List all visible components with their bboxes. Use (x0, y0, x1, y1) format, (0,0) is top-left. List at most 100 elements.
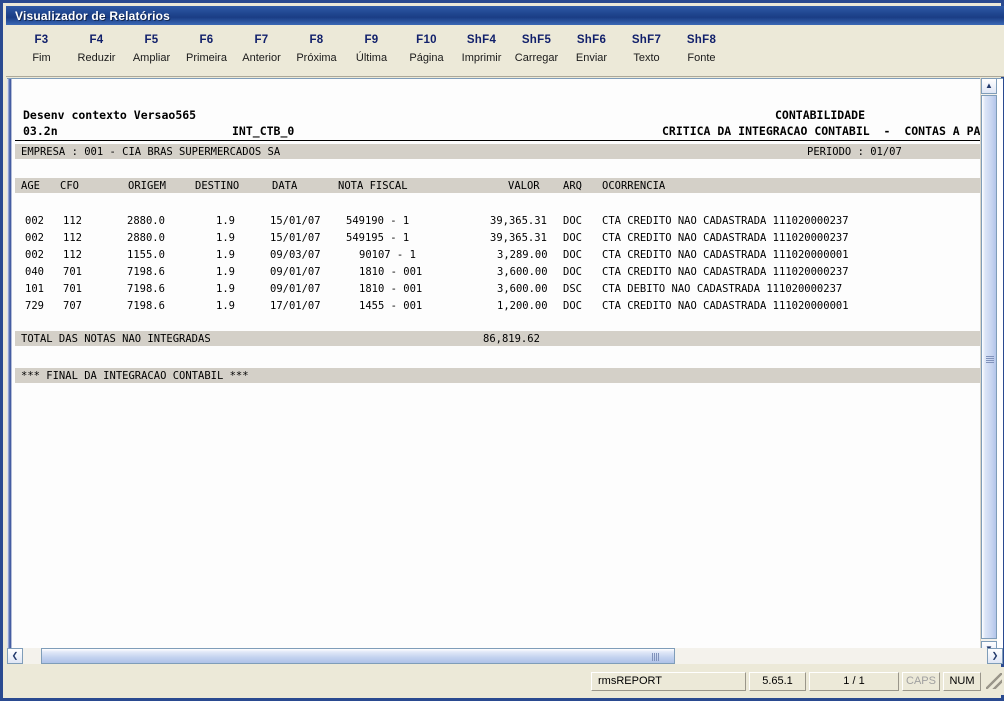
toolbar-label-ampliar: Ampliar (132, 52, 171, 64)
cell-destino: 1.9 (216, 283, 235, 295)
cell-cfo: 112 (63, 249, 82, 261)
col-header-destino: DESTINO (195, 180, 240, 192)
cell-cfo: 701 (63, 266, 82, 278)
scroll-up-button[interactable]: ▲ (981, 78, 997, 94)
report-title-sub: CRITICA DA INTEGRACAO CONTABIL - CONTAS … (662, 124, 985, 138)
cell-age: 002 (25, 232, 44, 244)
toolbar-button-shf8[interactable]: ShF8 Fonte (674, 28, 729, 74)
scroll-left-button[interactable]: ❮ (7, 648, 23, 664)
scroll-thumb-grip-icon (986, 356, 994, 364)
cell-age: 002 (25, 215, 44, 227)
toolbar-label-ultima: Última (355, 52, 388, 64)
cell-valor: 3,600.00 (497, 283, 548, 295)
scroll-right-button[interactable]: ❯ (987, 648, 1003, 664)
toolbar-button-shf6[interactable]: ShF6 Enviar (564, 28, 619, 74)
cell-nota-fiscal: 90107 - 1 (359, 249, 416, 261)
resize-grip-icon[interactable] (986, 673, 1002, 689)
vertical-scrollbar[interactable]: ▲ ▼ (980, 78, 997, 657)
toolbar-key-f5: F5 (144, 34, 159, 46)
cell-nota-fiscal: 549195 - 1 (346, 232, 410, 244)
toolbar-button-f6[interactable]: F6 Primeira (179, 28, 234, 74)
cell-data: 09/03/07 (270, 249, 321, 261)
status-page-indicator: 1 / 1 (809, 671, 899, 691)
cell-ocorrencia: CTA DEBITO NAO CADASTRADA 111020000237 (602, 283, 843, 295)
horizontal-scroll-thumb[interactable] (41, 648, 675, 664)
cell-data: 09/01/07 (270, 266, 321, 278)
status-num-indicator: NUM (943, 671, 981, 691)
horizontal-scrollbar[interactable]: ❮ ❯ (7, 648, 1003, 664)
toolbar-label-imprimir: Imprimir (461, 52, 502, 64)
function-key-toolbar: F3 Fim F4 Reduzir F5 Ampliar F6 Primeira… (6, 25, 1004, 77)
title-bar: Visualizador de Relatórios (6, 6, 1004, 25)
vertical-scroll-thumb[interactable] (981, 95, 997, 639)
toolbar-button-f7[interactable]: F7 Anterior (234, 28, 289, 74)
toolbar-button-f3[interactable]: F3 Fim (14, 28, 69, 74)
cell-valor: 3,289.00 (497, 249, 548, 261)
toolbar-button-f4[interactable]: F4 Reduzir (69, 28, 124, 74)
chevron-up-icon: ▲ (985, 81, 993, 90)
report-context-line: Desenv contexto Versao565 (23, 108, 197, 122)
toolbar-label-carregar: Carregar (514, 52, 559, 64)
col-header-origem: ORIGEM (128, 180, 166, 192)
header-divider (15, 140, 985, 141)
toolbar-button-shf5[interactable]: ShF5 Carregar (509, 28, 564, 74)
toolbar-label-fonte: Fonte (687, 52, 716, 64)
toolbar-key-shf5: ShF5 (521, 34, 552, 46)
toolbar-button-shf7[interactable]: ShF7 Texto (619, 28, 674, 74)
cell-age: 729 (25, 300, 44, 312)
toolbar-button-f10[interactable]: F10 Página (399, 28, 454, 74)
toolbar-label-primeira: Primeira (186, 52, 227, 64)
toolbar-key-shf6: ShF6 (576, 34, 607, 46)
status-caps-indicator: CAPS (902, 671, 940, 691)
col-header-data: DATA (272, 180, 298, 192)
cell-origem: 2880.0 (127, 215, 165, 227)
cell-arq: DOC (563, 300, 582, 312)
col-header-ocorrencia: OCORRENCIA (602, 180, 666, 192)
cell-origem: 2880.0 (127, 232, 165, 244)
cell-valor: 39,365.31 (490, 215, 547, 227)
report-title-main: CONTABILIDADE (775, 108, 866, 122)
cell-cfo: 701 (63, 283, 82, 295)
cell-arq: DOC (563, 266, 582, 278)
cell-age: 002 (25, 249, 44, 261)
report-canvas[interactable]: Desenv contexto Versao565 CONTABILIDADE … (7, 78, 1003, 657)
toolbar-key-f9: F9 (364, 34, 379, 46)
toolbar-button-f9[interactable]: F9 Última (344, 28, 399, 74)
cell-nota-fiscal: 549190 - 1 (346, 215, 410, 227)
chevron-right-icon: ❯ (991, 651, 999, 660)
final-line: *** FINAL DA INTEGRACAO CONTABIL *** (21, 370, 249, 382)
toolbar-key-f10: F10 (416, 34, 437, 46)
cell-cfo: 112 (63, 232, 82, 244)
cell-data: 17/01/07 (270, 300, 321, 312)
toolbar-button-f8[interactable]: F8 Próxima (289, 28, 344, 74)
cell-ocorrencia: CTA CREDITO NAO CADASTRADA 111020000237 (602, 232, 849, 244)
cell-origem: 1155.0 (127, 249, 165, 261)
cell-data: 09/01/07 (270, 283, 321, 295)
page-left-rail (7, 79, 12, 656)
report-page: Desenv contexto Versao565 CONTABILIDADE … (7, 79, 985, 656)
toolbar-key-shf4: ShF4 (466, 34, 497, 46)
cell-arq: DOC (563, 215, 582, 227)
col-header-age: AGE (21, 180, 40, 192)
cell-destino: 1.9 (216, 300, 235, 312)
cell-destino: 1.9 (216, 249, 235, 261)
toolbar-button-shf4[interactable]: ShF4 Imprimir (454, 28, 509, 74)
cell-origem: 7198.6 (127, 266, 165, 278)
cell-nota-fiscal: 1810 - 001 (359, 283, 423, 295)
chevron-left-icon: ❮ (11, 651, 19, 660)
total-label: TOTAL DAS NOTAS NAO INTEGRADAS (21, 333, 211, 345)
cell-destino: 1.9 (216, 232, 235, 244)
cell-arq: DOC (563, 249, 582, 261)
toolbar-button-f5[interactable]: F5 Ampliar (124, 28, 179, 74)
period-line: PERIODO : 01/07 (807, 146, 902, 158)
cell-age: 101 (25, 283, 44, 295)
report-program-id: INT_CTB_0 (232, 124, 295, 138)
col-header-cfo: CFO (60, 180, 79, 192)
cell-origem: 7198.6 (127, 283, 165, 295)
window-title: Visualizador de Relatórios (15, 8, 171, 23)
toolbar-label-proxima: Próxima (296, 52, 337, 64)
cell-ocorrencia: CTA CREDITO NAO CADASTRADA 111020000237 (602, 266, 849, 278)
status-version: 5.65.1 (749, 671, 806, 691)
cell-valor: 3,600.00 (497, 266, 548, 278)
toolbar-label-pagina: Página (409, 52, 444, 64)
